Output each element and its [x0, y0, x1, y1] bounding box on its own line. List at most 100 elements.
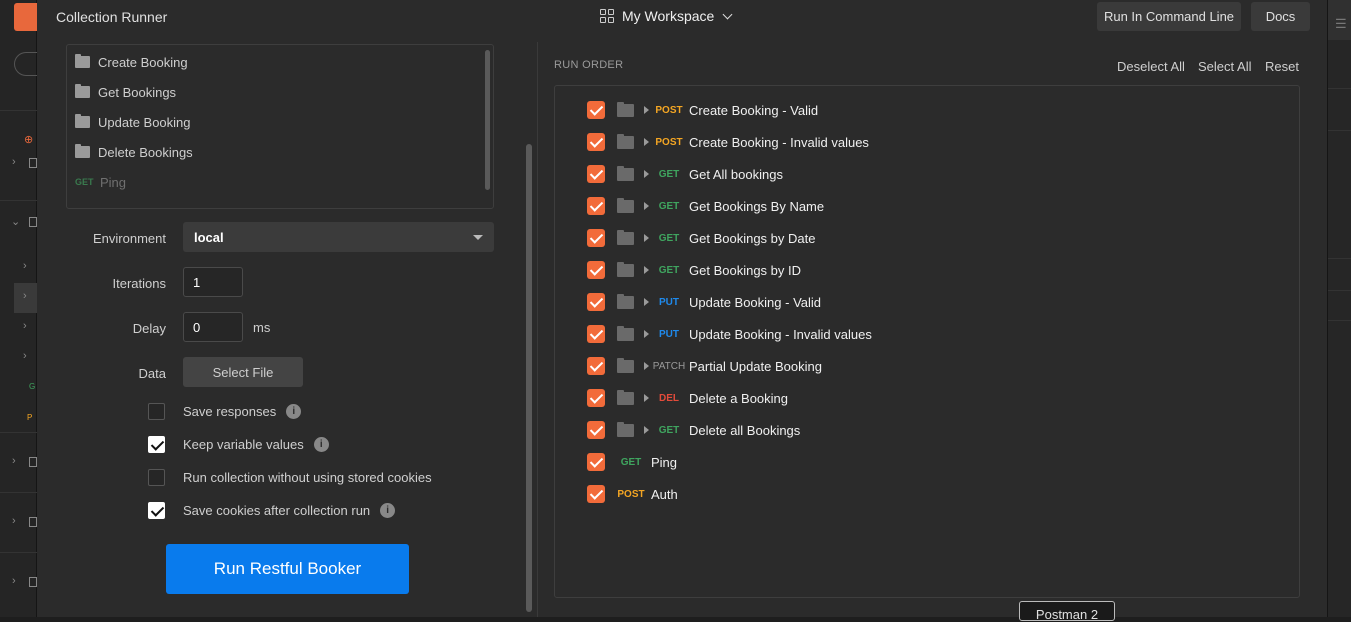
- folder-label: Update Booking: [98, 114, 191, 130]
- folder-item[interactable]: Delete Bookings: [75, 142, 193, 162]
- delay-input[interactable]: 0: [183, 312, 243, 342]
- request-name: Delete all Bookings: [689, 422, 801, 438]
- run-order-item[interactable]: POST Auth: [587, 484, 678, 504]
- window-title: Collection Runner: [56, 9, 168, 25]
- run-order-item[interactable]: GET Delete all Bookings: [587, 420, 800, 440]
- chevron-right-icon: ›: [23, 260, 27, 272]
- method-badge: PUT: [659, 328, 679, 340]
- run-in-command-line-button[interactable]: Run In Command Line: [1097, 2, 1241, 31]
- checkbox[interactable]: [148, 468, 165, 486]
- checkbox[interactable]: [587, 357, 605, 375]
- request-name: Create Booking - Valid: [689, 102, 819, 118]
- caret-down-icon: [473, 235, 483, 240]
- run-order-item[interactable]: POST Create Booking - Invalid values: [587, 132, 869, 152]
- background-sidebar: ⊕ › ⌄ › › › › G P › › ›: [0, 0, 38, 617]
- select-file-button[interactable]: Select File: [183, 357, 303, 387]
- folder-icon: [617, 357, 634, 373]
- docs-button[interactable]: Docs: [1251, 2, 1310, 31]
- tree-scrollbar[interactable]: [485, 50, 490, 190]
- run-order-item[interactable]: GET Get All bookings: [587, 164, 783, 184]
- request-item[interactable]: GET Ping: [75, 172, 126, 192]
- checkbox[interactable]: [587, 101, 605, 119]
- option-save-cookies[interactable]: Save cookies after collection run i: [148, 501, 396, 519]
- folder-label: Delete Bookings: [98, 144, 193, 160]
- run-order-pane: RUN ORDER Deselect All Select All Reset …: [538, 34, 1327, 617]
- checkbox[interactable]: [587, 421, 605, 439]
- chevron-right-icon: ›: [23, 350, 27, 362]
- checkbox[interactable]: [587, 293, 605, 311]
- checkbox[interactable]: [587, 389, 605, 407]
- deselect-all-link[interactable]: Deselect All: [1117, 59, 1185, 74]
- add-icon: ⊕: [24, 134, 34, 146]
- checkbox[interactable]: [587, 485, 605, 503]
- menu-icon[interactable]: ☰: [1335, 16, 1347, 32]
- folder-icon: [617, 421, 634, 437]
- delay-label: Delay: [132, 321, 166, 336]
- folder-item[interactable]: Update Booking: [75, 112, 191, 132]
- folder-icon: [617, 229, 634, 245]
- checkbox[interactable]: [587, 229, 605, 247]
- background-right-strip: ☰: [1327, 0, 1351, 617]
- method-badge: GET: [658, 232, 680, 244]
- request-name: Get Bookings by ID: [689, 262, 801, 278]
- chevron-right-icon: ›: [23, 320, 27, 332]
- option-keep-variable-values[interactable]: Keep variable values i: [148, 435, 329, 453]
- folder-icon: [617, 133, 634, 149]
- iterations-input[interactable]: 1: [183, 267, 243, 297]
- option-label: Run collection without using stored cook…: [183, 469, 432, 485]
- option-run-without-cookies[interactable]: Run collection without using stored cook…: [148, 468, 432, 486]
- checkbox[interactable]: [587, 165, 605, 183]
- checkbox[interactable]: [148, 435, 165, 453]
- chevron-right-icon: ›: [12, 575, 16, 587]
- checkbox[interactable]: [587, 133, 605, 151]
- run-order-item[interactable]: GET Ping: [587, 452, 677, 472]
- request-name: Partial Update Booking: [689, 358, 822, 374]
- request-name: Auth: [651, 486, 678, 502]
- folder-item[interactable]: Create Booking: [75, 52, 188, 72]
- info-icon[interactable]: i: [380, 502, 396, 518]
- run-order-item[interactable]: PATCH Partial Update Booking: [587, 356, 822, 376]
- folder-item[interactable]: Get Bookings: [75, 82, 176, 102]
- run-order-item[interactable]: GET Get Bookings by ID: [587, 260, 801, 280]
- checkbox[interactable]: [148, 402, 165, 420]
- folder-icon: [75, 114, 90, 128]
- run-order-item[interactable]: GET Get Bookings By Name: [587, 196, 824, 216]
- environment-select[interactable]: local: [183, 222, 494, 252]
- chevron-right-icon: ›: [12, 455, 16, 467]
- run-order-item[interactable]: PUT Update Booking - Invalid values: [587, 324, 872, 344]
- option-label: Save cookies after collection run: [183, 502, 371, 518]
- option-label: Keep variable values: [183, 436, 304, 452]
- select-all-link[interactable]: Select All: [1198, 59, 1251, 74]
- run-order-item[interactable]: PUT Update Booking - Valid: [587, 292, 821, 312]
- run-order-item[interactable]: POST Create Booking - Valid: [587, 100, 818, 120]
- checkbox[interactable]: [148, 501, 165, 519]
- runner-settings-pane: Create Booking Get Bookings Update Booki…: [37, 34, 537, 617]
- checkbox[interactable]: [587, 197, 605, 215]
- method-badge: GET: [658, 200, 680, 212]
- run-collection-button[interactable]: Run Restful Booker: [166, 544, 409, 594]
- option-save-responses[interactable]: Save responses i: [148, 402, 302, 420]
- info-icon[interactable]: i: [313, 436, 329, 452]
- run-order-item[interactable]: DEL Delete a Booking: [587, 388, 788, 408]
- new-button-edge[interactable]: [14, 3, 37, 31]
- option-label: Save responses: [183, 403, 277, 419]
- folder-icon: [75, 84, 90, 98]
- method-badge: GET: [620, 456, 642, 468]
- method-badge: GET: [658, 264, 680, 276]
- iterations-label: Iterations: [112, 276, 166, 291]
- info-icon[interactable]: i: [286, 403, 302, 419]
- checkbox[interactable]: [587, 453, 605, 471]
- folder-icon: [617, 389, 634, 405]
- method-badge: PUT: [659, 296, 679, 308]
- checkbox[interactable]: [587, 261, 605, 279]
- method-badge: GET: [658, 168, 680, 180]
- run-order-item[interactable]: GET Get Bookings by Date: [587, 228, 815, 248]
- reset-link[interactable]: Reset: [1265, 59, 1299, 74]
- data-label: Data: [138, 366, 166, 381]
- window-tooltip: Postman 2: [1019, 601, 1115, 622]
- workspace-selector[interactable]: My Workspace: [600, 8, 733, 24]
- method-badge: GET: [658, 424, 680, 436]
- settings-scrollbar[interactable]: [526, 144, 532, 612]
- checkbox[interactable]: [587, 325, 605, 343]
- folder-icon: [617, 165, 634, 181]
